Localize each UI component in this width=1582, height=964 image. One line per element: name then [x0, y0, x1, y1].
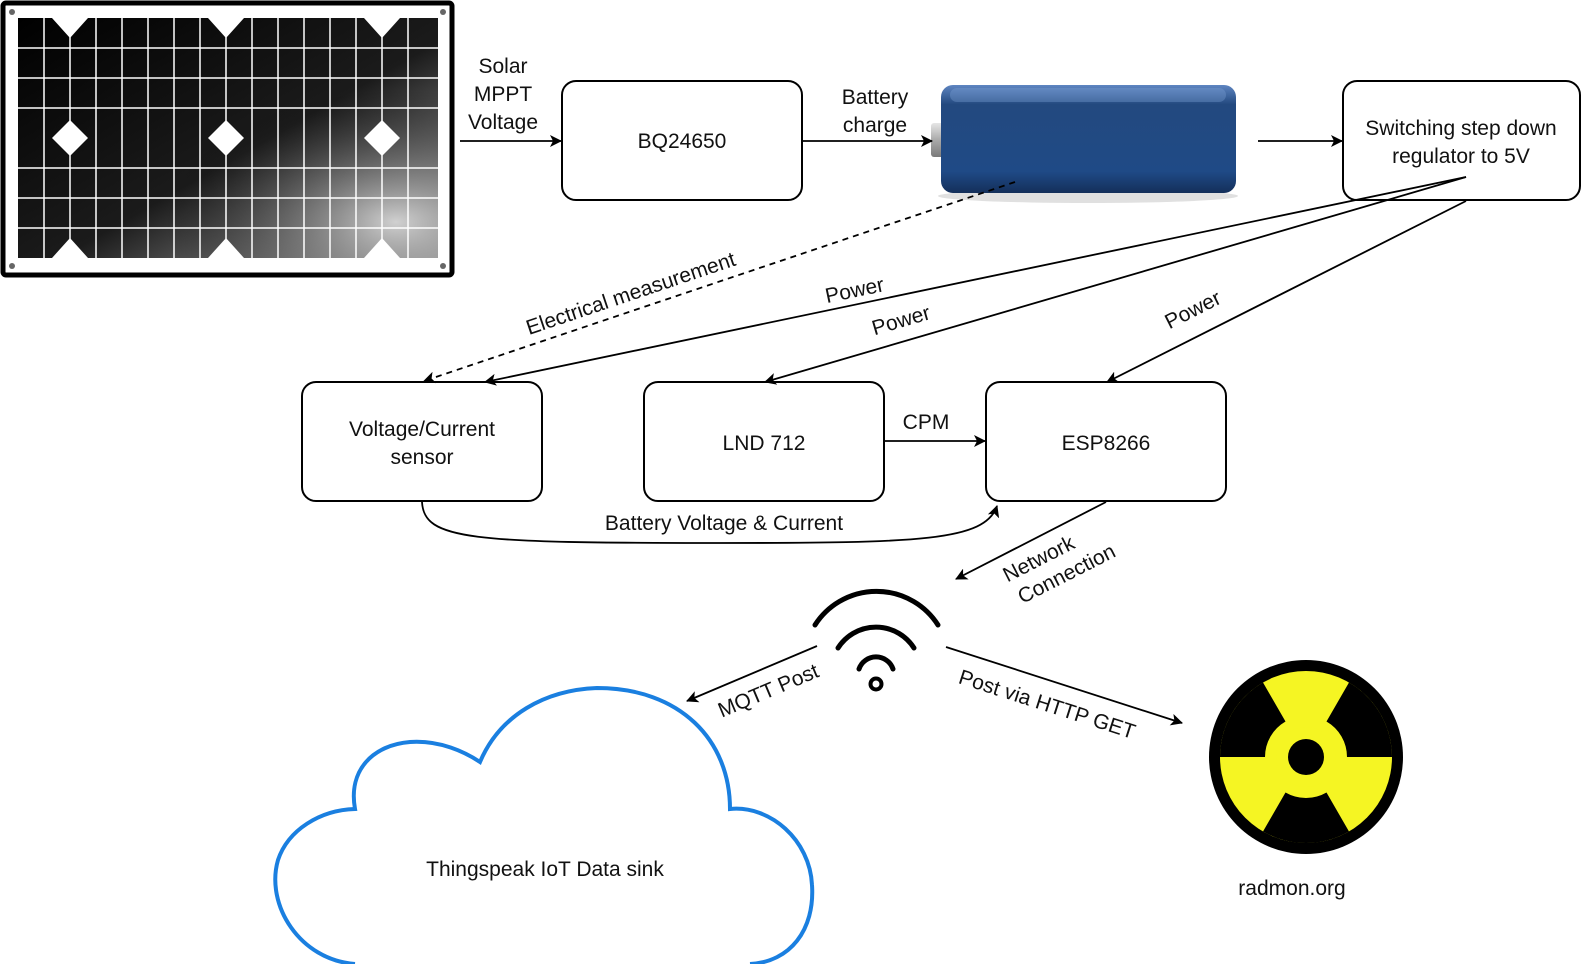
electrical-measurement-label: Electrical measurement — [523, 248, 738, 340]
esp8266-box: ESP8266 — [985, 381, 1227, 502]
lnd712-label: LND 712 — [723, 432, 806, 455]
battery-voltage-current-label: Battery Voltage & Current — [605, 512, 843, 535]
voltage-current-sensor-box: Voltage/Current sensor — [301, 381, 543, 502]
lnd712-box: LND 712 — [643, 381, 885, 502]
battery-charge-label-line1: Battery — [842, 86, 909, 109]
power-label-2: Power — [869, 301, 933, 340]
radiation-icon — [1209, 660, 1403, 854]
regulator-label-line1: Switching step down — [1365, 117, 1556, 140]
bq24650-box: BQ24650 — [561, 80, 803, 201]
battery-charge-label-line2: charge — [843, 114, 907, 137]
solar-panel-icon — [0, 0, 455, 278]
power-label-1: Power — [823, 273, 886, 308]
cpm-label: CPM — [903, 411, 950, 434]
wifi-icon — [812, 588, 941, 692]
sensor-label-line2: sensor — [390, 446, 453, 469]
cloud-label: Thingspeak IoT Data sink — [426, 858, 664, 881]
regulator-label-line2: regulator to 5V — [1392, 145, 1530, 168]
solar-mppt-label-line3: Voltage — [468, 111, 538, 134]
edge-electrical-measurement — [423, 181, 1016, 384]
solar-mppt-label-line1: Solar — [478, 55, 527, 78]
sensor-label-line1: Voltage/Current — [349, 418, 495, 441]
bq24650-label: BQ24650 — [638, 130, 727, 153]
system-diagram: BQ24650 Switching step down regulator to… — [0, 0, 1581, 964]
http-get-label: Post via HTTP GET — [956, 666, 1138, 744]
edge-power-to-sensor — [484, 176, 1467, 386]
regulator-box: Switching step down regulator to 5V — [1342, 80, 1581, 201]
mqtt-post-label: MQTT Post — [715, 660, 823, 723]
radmon-label: radmon.org — [1238, 877, 1345, 900]
edge-power-to-esp8266 — [1106, 200, 1467, 383]
esp8266-label: ESP8266 — [1062, 432, 1151, 455]
battery-icon — [931, 85, 1238, 203]
solar-mppt-label-line2: MPPT — [474, 83, 533, 106]
cloud-icon: Thingspeak IoT Data sink — [273, 685, 815, 964]
